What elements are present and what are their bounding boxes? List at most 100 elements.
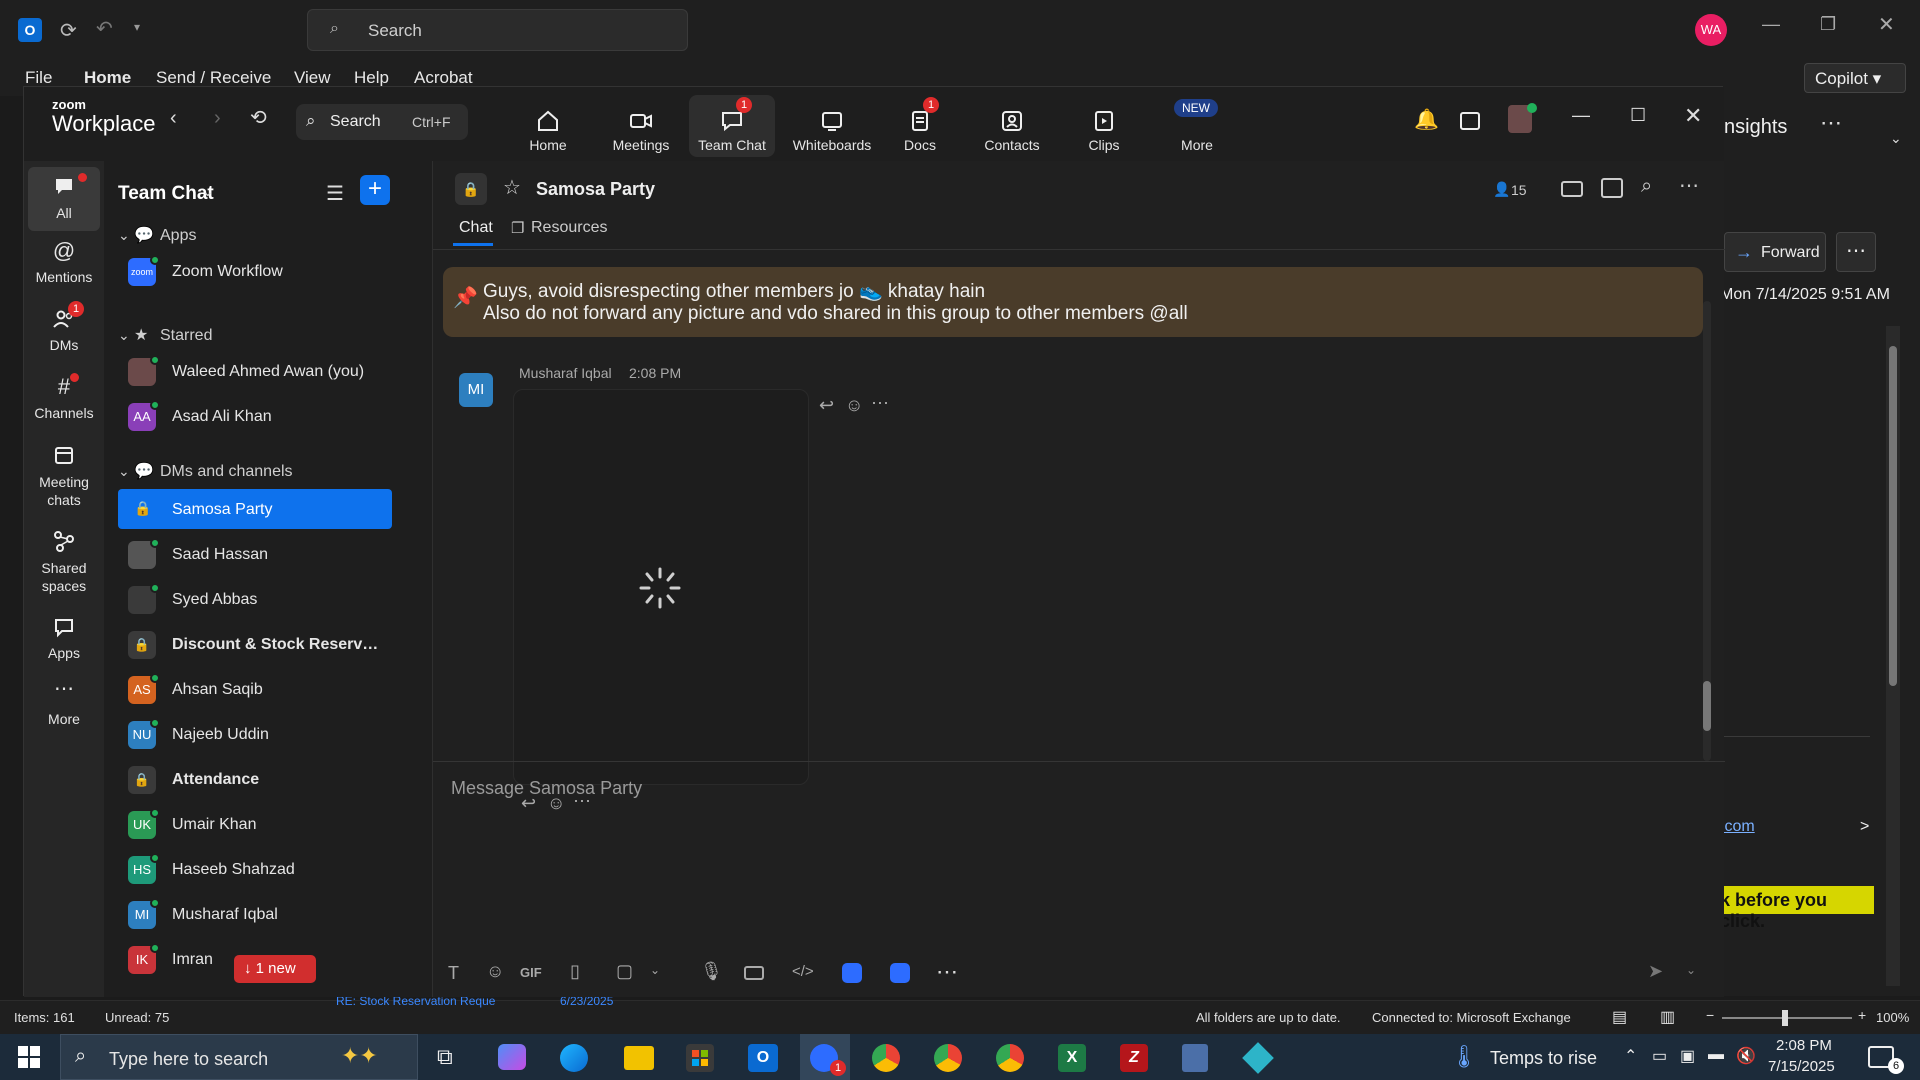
tab-chat[interactable]: Chat	[459, 219, 493, 237]
windows-start-icon[interactable]	[18, 1046, 40, 1068]
outlook-search-box[interactable]: ⌕ Search	[307, 9, 688, 51]
sidebar-item-ahsan[interactable]: AS Ahsan Saqib	[118, 669, 392, 709]
chrome-icon-2[interactable]	[934, 1044, 962, 1072]
tray-display-icon[interactable]: ▭	[1652, 1046, 1667, 1066]
store-icon[interactable]	[686, 1044, 714, 1072]
calendar-icon[interactable]	[1460, 112, 1480, 130]
menu-acrobat[interactable]: Acrobat	[414, 68, 473, 88]
sidebar-item-discount[interactable]: 🔒 Discount & Stock Reserva...	[118, 624, 392, 664]
attach-file-icon[interactable]: ▯	[570, 961, 594, 985]
menu-help[interactable]: Help	[354, 68, 389, 88]
sidebar-item-musharaf[interactable]: MI Musharaf Iqbal	[118, 894, 392, 934]
sidebar-item-zoom-workflow[interactable]: zoom Zoom Workflow	[118, 251, 392, 291]
tab-team-chat[interactable]: 1 Team Chat	[689, 95, 775, 157]
outlook-minimize-icon[interactable]: —	[1762, 14, 1780, 35]
back-arrow-icon[interactable]: ‹	[170, 107, 177, 130]
taskbar-search[interactable]: ⌕ Type here to search ✦✦	[60, 1034, 418, 1080]
outlook-restore-icon[interactable]: ❐	[1820, 14, 1836, 35]
app-diamond-icon[interactable]	[1242, 1042, 1274, 1074]
chat-search-icon[interactable]: ⌕	[1641, 175, 1652, 198]
excel-icon[interactable]: X	[1058, 1044, 1086, 1072]
chrome-icon-1[interactable]	[872, 1044, 900, 1072]
sidebar-item-umair[interactable]: UK Umair Khan	[118, 804, 392, 844]
starred-section-chevron-icon[interactable]: ⌄	[118, 327, 130, 344]
sidebar-item-haseeb[interactable]: HS Haseeb Shahzad	[118, 849, 392, 889]
sidebar-item-najeeb[interactable]: NU Najeeb Uddin	[118, 714, 392, 754]
clock-date[interactable]: 7/15/2025	[1768, 1058, 1835, 1075]
menu-home[interactable]: Home	[84, 68, 131, 88]
sidebar-item-samosa-party[interactable]: 🔒 Samosa Party	[118, 489, 392, 529]
star-outline-icon[interactable]: ☆	[503, 175, 521, 200]
forward-button[interactable]: → Forward	[1724, 232, 1826, 272]
sender-avatar[interactable]: MI	[459, 373, 493, 407]
apps-section-chevron-icon[interactable]: ⌄	[118, 227, 130, 244]
sidebar-item-attendance[interactable]: 🔒 Attendance	[118, 759, 392, 799]
zoom-close-icon[interactable]: ✕	[1684, 103, 1702, 129]
rail-all[interactable]: All	[28, 167, 100, 231]
quick-access-dropdown-icon[interactable]: ▾	[134, 20, 140, 34]
zoom-in-icon[interactable]: +	[1858, 1007, 1866, 1023]
menu-file[interactable]: File	[25, 68, 52, 88]
chat-scrollbar[interactable]	[1703, 301, 1711, 761]
rail-apps[interactable]: Apps	[24, 615, 104, 661]
copilot-taskbar-icon[interactable]	[498, 1044, 526, 1070]
sidebar-item-saad[interactable]: Saad Hassan	[118, 534, 392, 574]
filter-icon[interactable]: ☰	[326, 181, 344, 206]
zoom-app-icon-2[interactable]	[890, 963, 910, 983]
calculator-icon[interactable]	[1182, 1044, 1208, 1072]
tab-resources[interactable]: Resources	[531, 219, 607, 237]
dms-section-label[interactable]: DMs and channels	[160, 463, 293, 481]
outlook-close-icon[interactable]: ✕	[1878, 12, 1895, 37]
forward-arrow-icon[interactable]: ›	[214, 107, 221, 130]
chrome-icon-3[interactable]	[996, 1044, 1024, 1072]
file-explorer-icon[interactable]	[624, 1046, 654, 1070]
composer-placeholder[interactable]: Message Samosa Party	[451, 778, 642, 799]
image-attachment-placeholder[interactable]	[513, 389, 809, 785]
schedule-icon[interactable]	[1601, 178, 1623, 198]
sidebar-title[interactable]: Team Chat	[118, 183, 214, 205]
outlook-avatar[interactable]: WA	[1695, 14, 1727, 46]
zoom-out-icon[interactable]: −	[1706, 1007, 1714, 1023]
tab-docs[interactable]: 1 Docs	[877, 95, 963, 157]
undo-icon[interactable]: ↶	[96, 16, 113, 41]
notification-bell-icon[interactable]: 🔔	[1414, 107, 1439, 132]
zoom-maximize-icon[interactable]: ☐	[1630, 105, 1646, 126]
code-snippet-icon[interactable]: </>	[792, 963, 816, 987]
insights-label[interactable]: nsights	[1724, 116, 1787, 139]
send-icon[interactable]: ➤	[1648, 961, 1672, 985]
screenshot-dropdown-icon[interactable]: ⌄	[650, 963, 674, 987]
outlook-taskbar-icon[interactable]: O	[748, 1044, 778, 1072]
rail-more[interactable]: ⋯ More	[24, 679, 104, 727]
copilot-button[interactable]: Copilot ▾	[1804, 63, 1906, 93]
composer-more-icon[interactable]: ⋯	[936, 959, 960, 984]
chat-title[interactable]: Samosa Party	[536, 179, 655, 200]
zoom-app-icon-1[interactable]	[842, 963, 862, 983]
gif-button[interactable]: GIF	[520, 965, 544, 989]
video-message-icon[interactable]	[744, 966, 764, 980]
message-more-button[interactable]: ⋯	[1836, 232, 1876, 272]
tray-meet-icon[interactable]: ▣	[1680, 1046, 1695, 1066]
new-messages-pill[interactable]: ↓ 1 new	[234, 955, 316, 983]
tab-clips[interactable]: Clips	[1061, 95, 1147, 157]
starred-section-label[interactable]: Starred	[160, 327, 212, 345]
screenshot-icon[interactable]: ▢	[616, 961, 640, 985]
tray-battery-icon[interactable]: ▬	[1708, 1046, 1724, 1064]
weather-text[interactable]: Temps to rise	[1490, 1048, 1597, 1069]
tab-whiteboards[interactable]: Whiteboards	[782, 95, 882, 157]
new-chat-button[interactable]: +	[360, 175, 390, 205]
zoom-minimize-icon[interactable]: —	[1572, 105, 1590, 126]
apps-section-label[interactable]: Apps	[160, 227, 196, 245]
sidebar-item-syed[interactable]: Syed Abbas	[118, 579, 392, 619]
members-icon[interactable]: 👤	[1493, 181, 1510, 198]
send-options-icon[interactable]: ⌄	[1686, 963, 1710, 987]
chat-more-icon[interactable]: ⋯	[1679, 173, 1699, 198]
emoji-icon[interactable]: ☺	[486, 961, 510, 985]
ribbon-more-icon[interactable]: ⋯	[1820, 110, 1842, 136]
zoom-search-box[interactable]: ⌕ Search Ctrl+F	[296, 104, 468, 140]
normal-view-icon[interactable]: ▤	[1612, 1007, 1627, 1027]
sidebar-item-waleed[interactable]: Waleed Ahmed Awan (you)	[118, 351, 392, 391]
rail-shared-spaces[interactable]: Shared spaces	[24, 529, 104, 595]
reading-view-icon[interactable]: ▥	[1660, 1007, 1675, 1027]
sidebar-title-chevron-icon[interactable]: ⌄	[202, 183, 214, 200]
clock-time[interactable]: 2:08 PM	[1776, 1037, 1832, 1054]
